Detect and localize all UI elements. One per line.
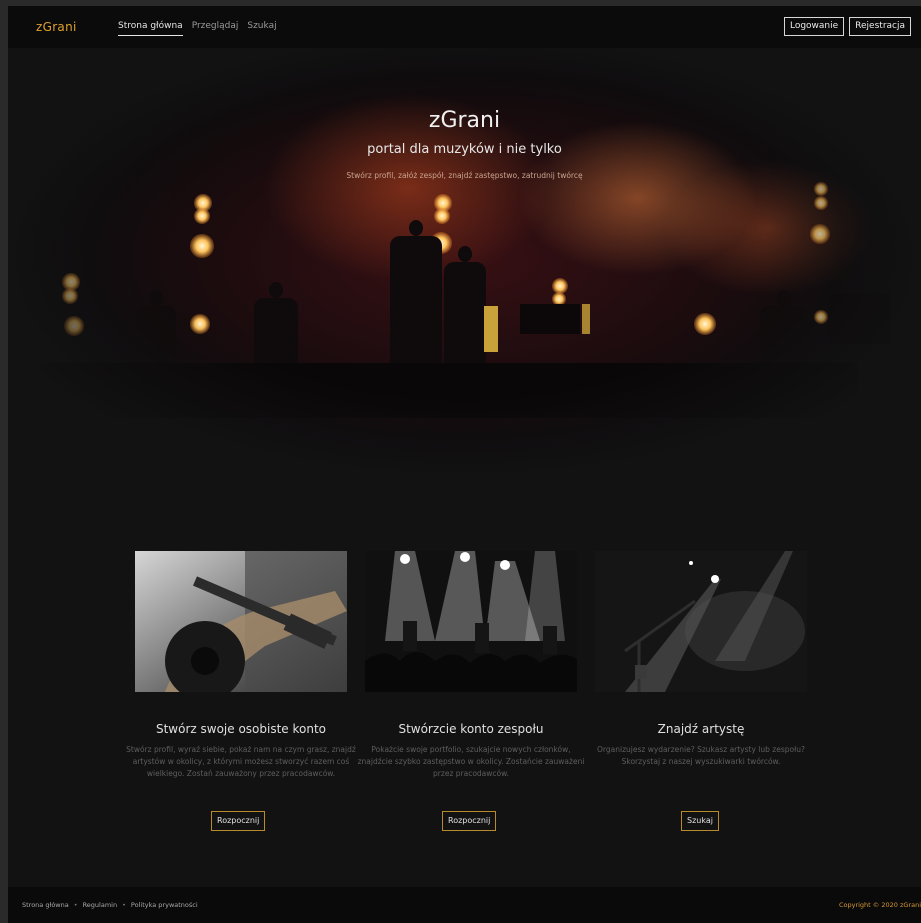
footer-link-privacy[interactable]: Polityka prywatności — [131, 901, 198, 909]
hero-subtitle: portal dla muzyków i nie tylko — [367, 142, 562, 157]
nav-link-browse[interactable]: Przeglądaj — [192, 21, 239, 36]
start-button[interactable]: Rozpocznij — [211, 811, 266, 831]
card-title: Znajdź artystę — [657, 722, 745, 736]
nav-links: Strona główna Przeglądaj Szukaj — [118, 21, 277, 36]
card-title: Stwórz swoje osobiste konto — [155, 722, 327, 736]
search-button[interactable]: Szukaj — [681, 811, 719, 831]
card-text: Organizujesz wydarzenie? Szukasz artysty… — [597, 745, 805, 766]
guitarist-photo — [135, 551, 347, 692]
brand-logo[interactable]: zGrani — [36, 20, 77, 34]
card-title: Stwórzcie konto zespołu — [398, 722, 544, 736]
nav-link-home[interactable]: Strona główna — [118, 21, 183, 36]
card-text: Pokażcie swoje portfolio, szukajcie nowy… — [357, 745, 585, 778]
top-navbar: zGrani Strona główna Przeglądaj Szukaj L… — [8, 6, 921, 48]
auth-buttons: Logowanie Rejestracja — [783, 17, 911, 36]
feature-cards: Stwórz swoje osobiste konto Stwórz profi… — [126, 551, 807, 841]
card-text: Stwórz profil, wyraź siebie, pokaż nam n… — [126, 745, 356, 778]
register-button[interactable]: Rejestracja — [849, 17, 911, 36]
page: zGrani Strona główna Przeglądaj Szukaj L… — [8, 6, 921, 923]
separator-dot: • — [122, 901, 126, 909]
copyright-text: Copyright © 2020 zGrani — [838, 901, 921, 909]
hero-title: zGrani — [428, 108, 501, 133]
hero-section: zGrani portal dla muzyków i nie tylko St… — [8, 48, 921, 478]
separator-dot: • — [73, 901, 78, 909]
footer-link-home[interactable]: Strona główna — [22, 901, 69, 909]
hero-description: Stwórz profil, załóż zespół, znajdź zast… — [346, 171, 583, 180]
footer: Strona główna • Regulamin • Polityka pry… — [8, 887, 921, 923]
band-concert-photo — [365, 551, 577, 692]
start-button[interactable]: Rozpocznij — [442, 811, 497, 831]
login-button[interactable]: Logowanie — [783, 17, 845, 36]
microphone-photo — [595, 551, 807, 692]
footer-link-terms[interactable]: Regulamin — [83, 901, 118, 909]
nav-link-search[interactable]: Szukaj — [247, 21, 276, 36]
footer-links: Strona główna • Regulamin • Polityka pry… — [22, 901, 198, 909]
